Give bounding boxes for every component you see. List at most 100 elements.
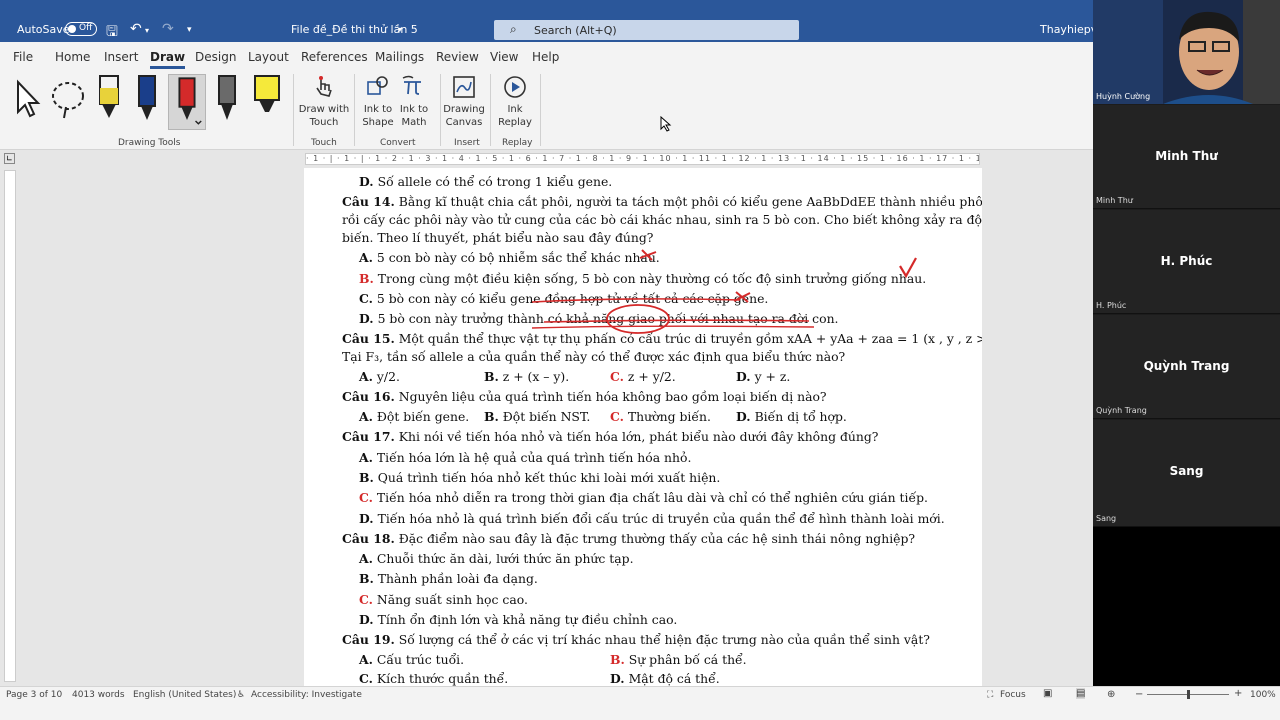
ink-replay-button[interactable]: Ink Replay [494, 74, 536, 129]
separator [354, 74, 355, 146]
participant-tile[interactable]: H. Phúc H. Phúc [1093, 210, 1280, 314]
group-touch: Touch [311, 138, 337, 148]
option-label-correct: C. [359, 592, 373, 607]
print-layout-icon[interactable]: ▤ [1076, 688, 1086, 699]
answer-line: A. Chuỗi thức ăn dài, lưới thức ăn phức … [359, 551, 634, 566]
question-label: Câu 19. [342, 632, 395, 647]
ink-to-shape-button[interactable]: Ink to Shape [359, 74, 397, 129]
option-text: Số allele có thể có trong 1 kiểu gene. [377, 174, 613, 189]
option-label: A. [359, 652, 373, 667]
highlighter-yellow-icon[interactable] [250, 74, 284, 124]
status-bar: Page 3 of 10 4013 words English (United … [0, 686, 1093, 720]
option-label: D. [736, 369, 751, 384]
ink-to-math-label: Ink to Math [399, 104, 429, 128]
tab-references[interactable]: References [301, 50, 368, 64]
option-label: B. [484, 409, 499, 424]
page-count[interactable]: Page 3 of 10 [6, 690, 62, 700]
draw-with-touch-button[interactable]: Draw with Touch [298, 74, 350, 129]
tab-mailings[interactable]: Mailings [375, 50, 424, 64]
language-status[interactable]: English (United States) [133, 690, 236, 700]
question-label: Câu 18. [342, 531, 395, 546]
lasso-select-icon[interactable] [48, 74, 88, 124]
tab-layout[interactable]: Layout [248, 50, 289, 64]
word-count[interactable]: 4013 words [72, 690, 125, 700]
option-label: D. [736, 409, 751, 424]
drawing-canvas-label: Drawing Canvas [443, 104, 485, 128]
option-label: B. [484, 369, 499, 384]
group-drawing-tools: Drawing Tools [118, 138, 181, 148]
accessibility-icon: ♿ [237, 690, 246, 700]
option-label: D. [359, 511, 374, 526]
title-dropdown-icon[interactable]: ▾ [398, 25, 402, 34]
autosave-state: Off [79, 23, 93, 33]
customize-toolbar-icon[interactable]: ▾ [187, 25, 192, 35]
pen-blue-icon[interactable] [130, 74, 164, 124]
drawing-canvas-button[interactable]: Drawing Canvas [443, 74, 485, 129]
option-text: Quá trình tiến hóa nhỏ kết thúc khi loài… [377, 470, 721, 485]
undo-icon[interactable]: ↶ [130, 21, 142, 37]
tab-selector-icon[interactable]: ∟ [4, 153, 15, 164]
zoom-out-button[interactable]: − [1135, 689, 1143, 700]
tab-review[interactable]: Review [436, 50, 479, 64]
accessibility-status[interactable]: Accessibility: Investigate [251, 690, 362, 700]
pencil-yellow-icon[interactable] [92, 74, 126, 124]
redo-icon[interactable]: ↷ [162, 21, 174, 37]
participants-panel: Huỳnh Cường Minh Thư Minh Thư H. Phúc H.… [1093, 0, 1280, 527]
ink-annotations [531, 249, 917, 334]
autosave-toggle[interactable]: Off [65, 22, 97, 36]
status-bar-zoom: ⊕ − + 100% [1093, 686, 1280, 720]
participant-tile[interactable]: Quỳnh Trang Quỳnh Trang [1093, 315, 1280, 419]
option-label: D. [359, 174, 374, 189]
tab-insert[interactable]: Insert [104, 50, 138, 64]
replay-icon [504, 76, 526, 98]
participant-display-name: Quỳnh Trang [1143, 359, 1230, 373]
horizontal-ruler[interactable]: ∟ · 1 · | · 1 · | · 1 · 2 · 1 · 3 · 1 · … [0, 150, 1093, 168]
webcam-video [1093, 0, 1280, 104]
tab-home[interactable]: Home [55, 50, 90, 64]
zoom-level[interactable]: 100% [1250, 690, 1276, 700]
option-label-correct: B. [359, 271, 374, 286]
select-arrow-icon[interactable] [8, 74, 44, 124]
option-text: z + (x – y). [502, 369, 570, 384]
zoom-in-button[interactable]: + [1234, 688, 1242, 699]
option-text: Chuỗi thức ăn dài, lưới thức ăn phức tạp… [376, 551, 634, 566]
option-text: Đột biến NST. [502, 409, 591, 424]
separator [440, 74, 441, 146]
answer-line: C. Thường biến. [610, 409, 711, 424]
answer-line: D. Số allele có thể có trong 1 kiểu gene… [359, 174, 612, 189]
answer-line: C. Kích thước quần thể. [359, 671, 508, 686]
ink-to-math-button[interactable]: Ink to Math [397, 74, 431, 129]
participant-tile[interactable]: Minh Thư Minh Thư [1093, 105, 1280, 209]
tab-view[interactable]: View [490, 50, 518, 64]
answer-line: B. Thành phần loài đa dạng. [359, 571, 538, 586]
search-placeholder: Search (Alt+Q) [534, 24, 617, 37]
toggle-knob [68, 25, 76, 33]
option-text: Trong cùng một điều kiện sống, 5 bò con … [377, 271, 927, 286]
question-line: Câu 19. Số lượng cá thể ở các vị trí khá… [342, 632, 930, 647]
read-mode-icon[interactable]: ▣ [1043, 688, 1052, 699]
question-text: Nguyên liệu của quá trình tiến hóa không… [398, 389, 827, 404]
pen-red-icon[interactable] [168, 74, 206, 130]
user-name[interactable]: Thayhiepvt [1040, 23, 1093, 36]
participant-tile[interactable]: Sang Sang [1093, 420, 1280, 527]
web-layout-icon[interactable]: ⊕ [1107, 689, 1115, 700]
vertical-ruler[interactable] [4, 170, 16, 682]
option-text: Tính ổn định lớn và khả năng tự điều chỉ… [377, 612, 678, 627]
answer-line: A. Cấu trúc tuổi. [359, 652, 464, 667]
tab-file[interactable]: File [13, 50, 33, 64]
option-label: A. [359, 369, 373, 384]
tab-design[interactable]: Design [195, 50, 236, 64]
zoom-slider-thumb[interactable] [1187, 690, 1190, 699]
question-line: Câu 17. Khi nói về tiến hóa nhỏ và tiến … [342, 429, 878, 444]
option-label: B. [359, 571, 374, 586]
option-text: Thường biến. [627, 409, 711, 424]
tab-draw[interactable]: Draw [150, 50, 186, 69]
tab-help[interactable]: Help [532, 50, 559, 64]
undo-dropdown-icon[interactable]: ▾ [145, 26, 149, 35]
pen-gray-icon[interactable] [210, 74, 244, 124]
participant-name: Sang [1096, 514, 1117, 523]
participant-tile-camera[interactable]: Huỳnh Cường [1093, 0, 1280, 104]
focus-mode[interactable]: Focus [1000, 690, 1026, 700]
document-page[interactable]: D. Số allele có thể có trong 1 kiểu gene… [304, 168, 982, 688]
search-box[interactable]: ⌕ Search (Alt+Q) [494, 20, 799, 40]
